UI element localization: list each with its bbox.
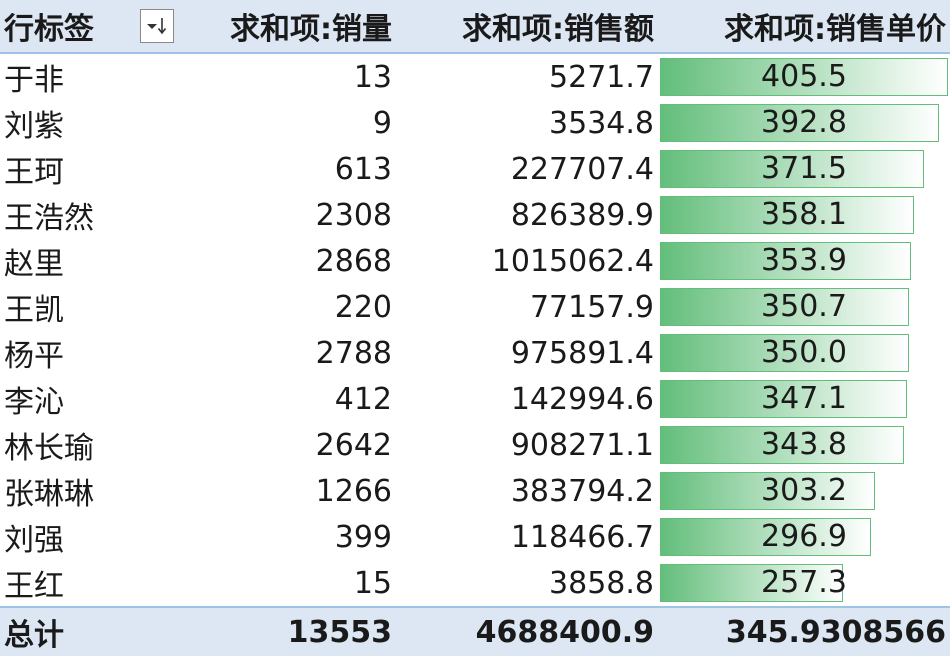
row-name-cell[interactable]: 赵里: [0, 238, 180, 284]
table-row[interactable]: 于非 13 5271.7 405.5: [0, 53, 950, 100]
price-value: 371.5: [761, 151, 847, 186]
price-cell[interactable]: 350.7: [658, 284, 950, 330]
sales-cell[interactable]: 3534.8: [396, 100, 658, 146]
sales-cell[interactable]: 826389.9: [396, 192, 658, 238]
sales-cell[interactable]: 118466.7: [396, 514, 658, 560]
row-name-cell[interactable]: 王红: [0, 560, 180, 607]
price-cell[interactable]: 303.2: [658, 468, 950, 514]
table-row[interactable]: 张琳琳 1266 383794.2 303.2: [0, 468, 950, 514]
total-label[interactable]: 总计: [0, 606, 180, 656]
price-cell[interactable]: 343.8: [658, 422, 950, 468]
sales-cell[interactable]: 77157.9: [396, 284, 658, 330]
pivot-table: 行标签 求和项:销量 求和项:销售额 求和项:销售单价 于非 13 5271.7 40…: [0, 0, 950, 656]
table-row[interactable]: 林长瑜 2642 908271.1 343.8: [0, 422, 950, 468]
qty-cell[interactable]: 2788: [180, 330, 396, 376]
table-row[interactable]: 王凯 220 77157.9 350.7: [0, 284, 950, 330]
row-name-cell[interactable]: 于非: [0, 53, 180, 100]
price-value: 257.3: [761, 565, 847, 600]
price-cell[interactable]: 371.5: [658, 146, 950, 192]
qty-cell[interactable]: 9: [180, 100, 396, 146]
qty-cell[interactable]: 2308: [180, 192, 396, 238]
qty-cell[interactable]: 2868: [180, 238, 396, 284]
sales-header[interactable]: 求和项:销售额: [396, 0, 658, 54]
price-value: 303.2: [761, 473, 847, 508]
price-cell[interactable]: 296.9: [658, 514, 950, 560]
row-label-header: 行标签: [4, 12, 94, 47]
table-row[interactable]: 王浩然 2308 826389.9 358.1: [0, 192, 950, 238]
price-value: 350.0: [761, 335, 847, 370]
row-label-header-cell[interactable]: 行标签: [0, 0, 180, 54]
sales-cell[interactable]: 142994.6: [396, 376, 658, 422]
sales-cell[interactable]: 908271.1: [396, 422, 658, 468]
qty-cell[interactable]: 399: [180, 514, 396, 560]
table-row[interactable]: 赵里 2868 1015062.4 353.9: [0, 238, 950, 284]
sales-cell[interactable]: 1015062.4: [396, 238, 658, 284]
price-cell[interactable]: 350.0: [658, 330, 950, 376]
price-header[interactable]: 求和项:销售单价: [658, 0, 950, 54]
price-cell[interactable]: 405.5: [658, 53, 950, 100]
qty-cell[interactable]: 220: [180, 284, 396, 330]
row-name-cell[interactable]: 王珂: [0, 146, 180, 192]
sales-cell[interactable]: 3858.8: [396, 560, 658, 607]
row-name-cell[interactable]: 王凯: [0, 284, 180, 330]
row-name-cell[interactable]: 张琳琳: [0, 468, 180, 514]
price-value: 392.8: [761, 105, 847, 140]
price-value: 405.5: [761, 59, 847, 94]
price-value: 353.9: [761, 243, 847, 278]
row-name-cell[interactable]: 王浩然: [0, 192, 180, 238]
price-value: 296.9: [761, 519, 847, 554]
qty-cell[interactable]: 1266: [180, 468, 396, 514]
sales-cell[interactable]: 975891.4: [396, 330, 658, 376]
price-cell[interactable]: 392.8: [658, 100, 950, 146]
table-row[interactable]: 杨平 2788 975891.4 350.0: [0, 330, 950, 376]
price-cell[interactable]: 347.1: [658, 376, 950, 422]
total-qty[interactable]: 13553: [180, 606, 396, 656]
row-name-cell[interactable]: 杨平: [0, 330, 180, 376]
row-name-cell[interactable]: 林长瑜: [0, 422, 180, 468]
table-row[interactable]: 刘紫 9 3534.8 392.8: [0, 100, 950, 146]
row-name-cell[interactable]: 李沁: [0, 376, 180, 422]
table-row[interactable]: 刘强 399 118466.7 296.9: [0, 514, 950, 560]
total-sales[interactable]: 4688400.9: [396, 606, 658, 656]
qty-cell[interactable]: 15: [180, 560, 396, 607]
row-name-cell[interactable]: 刘强: [0, 514, 180, 560]
sort-filter-icon[interactable]: [140, 9, 174, 43]
qty-cell[interactable]: 13: [180, 53, 396, 100]
price-value: 343.8: [761, 427, 847, 462]
grand-total-row[interactable]: 总计 13553 4688400.9 345.9308566: [0, 606, 950, 656]
sales-cell[interactable]: 227707.4: [396, 146, 658, 192]
price-cell[interactable]: 257.3: [658, 560, 950, 607]
table-row[interactable]: 王红 15 3858.8 257.3: [0, 560, 950, 607]
filter-arrow-icon: [147, 18, 167, 35]
sales-cell[interactable]: 5271.7: [396, 53, 658, 100]
price-value: 347.1: [761, 381, 847, 416]
price-value: 350.7: [761, 289, 847, 324]
total-price[interactable]: 345.9308566: [658, 606, 950, 656]
table-row[interactable]: 李沁 412 142994.6 347.1: [0, 376, 950, 422]
qty-header[interactable]: 求和项:销量: [180, 0, 396, 54]
qty-cell[interactable]: 613: [180, 146, 396, 192]
qty-cell[interactable]: 2642: [180, 422, 396, 468]
qty-cell[interactable]: 412: [180, 376, 396, 422]
sales-cell[interactable]: 383794.2: [396, 468, 658, 514]
price-cell[interactable]: 353.9: [658, 238, 950, 284]
table-row[interactable]: 王珂 613 227707.4 371.5: [0, 146, 950, 192]
header-row: 行标签 求和项:销量 求和项:销售额 求和项:销售单价: [0, 0, 950, 54]
row-name-cell[interactable]: 刘紫: [0, 100, 180, 146]
price-value: 358.1: [761, 197, 847, 232]
price-cell[interactable]: 358.1: [658, 192, 950, 238]
